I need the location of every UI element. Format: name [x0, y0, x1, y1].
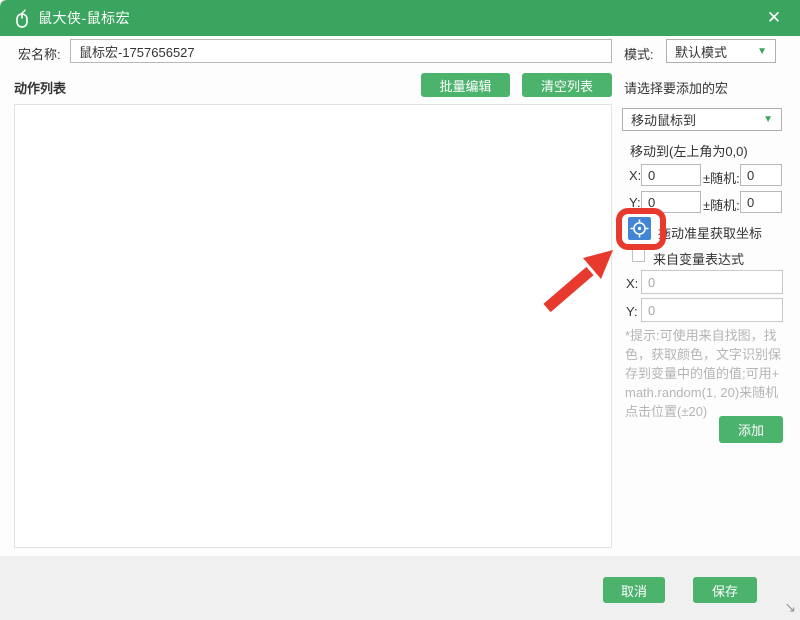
- select-macro-label: 请选择要添加的宏: [624, 78, 728, 97]
- x-input[interactable]: [641, 164, 701, 186]
- y-label: Y:: [629, 195, 641, 210]
- macro-type-select[interactable]: 移动鼠标到 ▼: [622, 108, 782, 131]
- footer-bar: ↘: [0, 556, 800, 620]
- batch-edit-button[interactable]: 批量编辑: [421, 73, 510, 97]
- mode-select-value: 默认模式: [675, 42, 727, 61]
- chevron-down-icon: ▼: [763, 114, 773, 125]
- mouse-app-icon: [12, 8, 32, 28]
- x-random-input[interactable]: [740, 164, 782, 186]
- close-icon[interactable]: ✕: [762, 7, 786, 29]
- resize-grip-icon[interactable]: ↘: [784, 599, 796, 616]
- add-button[interactable]: 添加: [719, 416, 783, 443]
- mode-select[interactable]: 默认模式 ▼: [666, 39, 776, 63]
- move-to-label: 移动到(左上角为0,0): [630, 141, 748, 160]
- x-label: X:: [629, 168, 641, 183]
- var-x-input[interactable]: [641, 270, 783, 294]
- title-bar: 鼠大侠-鼠标宏 ✕: [0, 0, 800, 36]
- hint-text: *提示:可使用来自找图，找色，获取颜色，文字识别保存到变量中的值的值;可用+ma…: [625, 326, 787, 421]
- window-title: 鼠大侠-鼠标宏: [38, 8, 130, 28]
- macro-dialog-window: 鼠大侠-鼠标宏 ✕ 宏名称: 模式: 默认模式 ▼ 动作列表 批量编辑 清空列表…: [0, 0, 800, 620]
- action-list-label: 动作列表: [14, 78, 66, 97]
- action-list-panel[interactable]: [14, 104, 612, 548]
- variable-expression-label: 来自变量表达式: [653, 249, 744, 268]
- variable-expression-checkbox[interactable]: [632, 249, 645, 262]
- macro-name-input[interactable]: [70, 39, 612, 63]
- chevron-down-icon: ▼: [757, 46, 767, 57]
- mode-label: 模式:: [624, 44, 654, 63]
- y-input[interactable]: [641, 191, 701, 213]
- save-button[interactable]: 保存: [693, 577, 757, 603]
- var-y-input[interactable]: [641, 298, 783, 322]
- macro-name-label: 宏名称:: [18, 44, 61, 63]
- var-x-label: X:: [626, 276, 638, 291]
- macro-type-value: 移动鼠标到: [631, 110, 696, 129]
- clear-list-button[interactable]: 清空列表: [522, 73, 612, 97]
- drag-crosshair-label: 拖动准星获取坐标: [658, 223, 762, 242]
- var-y-label: Y:: [626, 304, 638, 319]
- y-random-label: ±随机:: [703, 195, 740, 214]
- y-random-input[interactable]: [740, 191, 782, 213]
- cancel-button[interactable]: 取消: [603, 577, 665, 603]
- crosshair-drag-icon[interactable]: [628, 217, 651, 240]
- x-random-label: ±随机:: [703, 168, 740, 187]
